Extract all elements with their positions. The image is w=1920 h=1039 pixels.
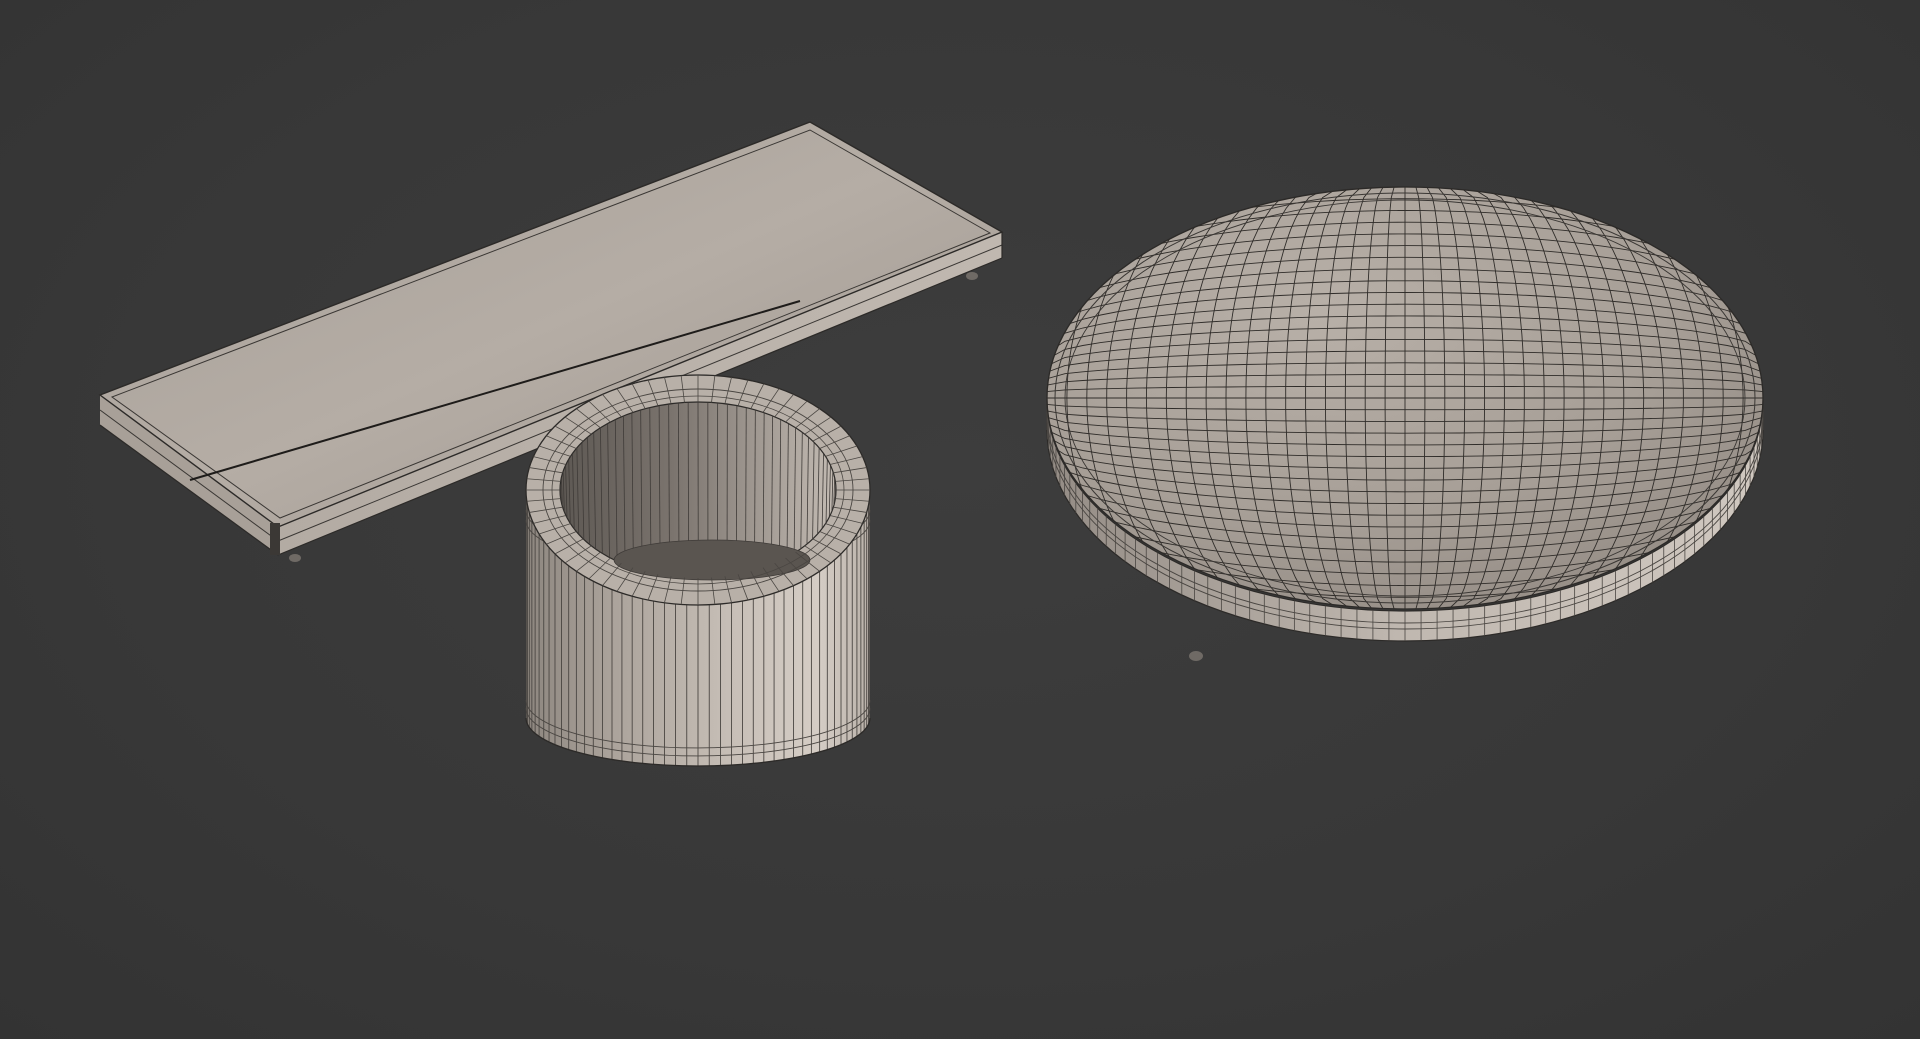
cylindrical-planter[interactable] <box>525 374 871 767</box>
round-dish[interactable] <box>1046 186 1764 661</box>
3d-viewport[interactable] <box>0 0 1920 1039</box>
scene-render <box>98 121 1764 767</box>
